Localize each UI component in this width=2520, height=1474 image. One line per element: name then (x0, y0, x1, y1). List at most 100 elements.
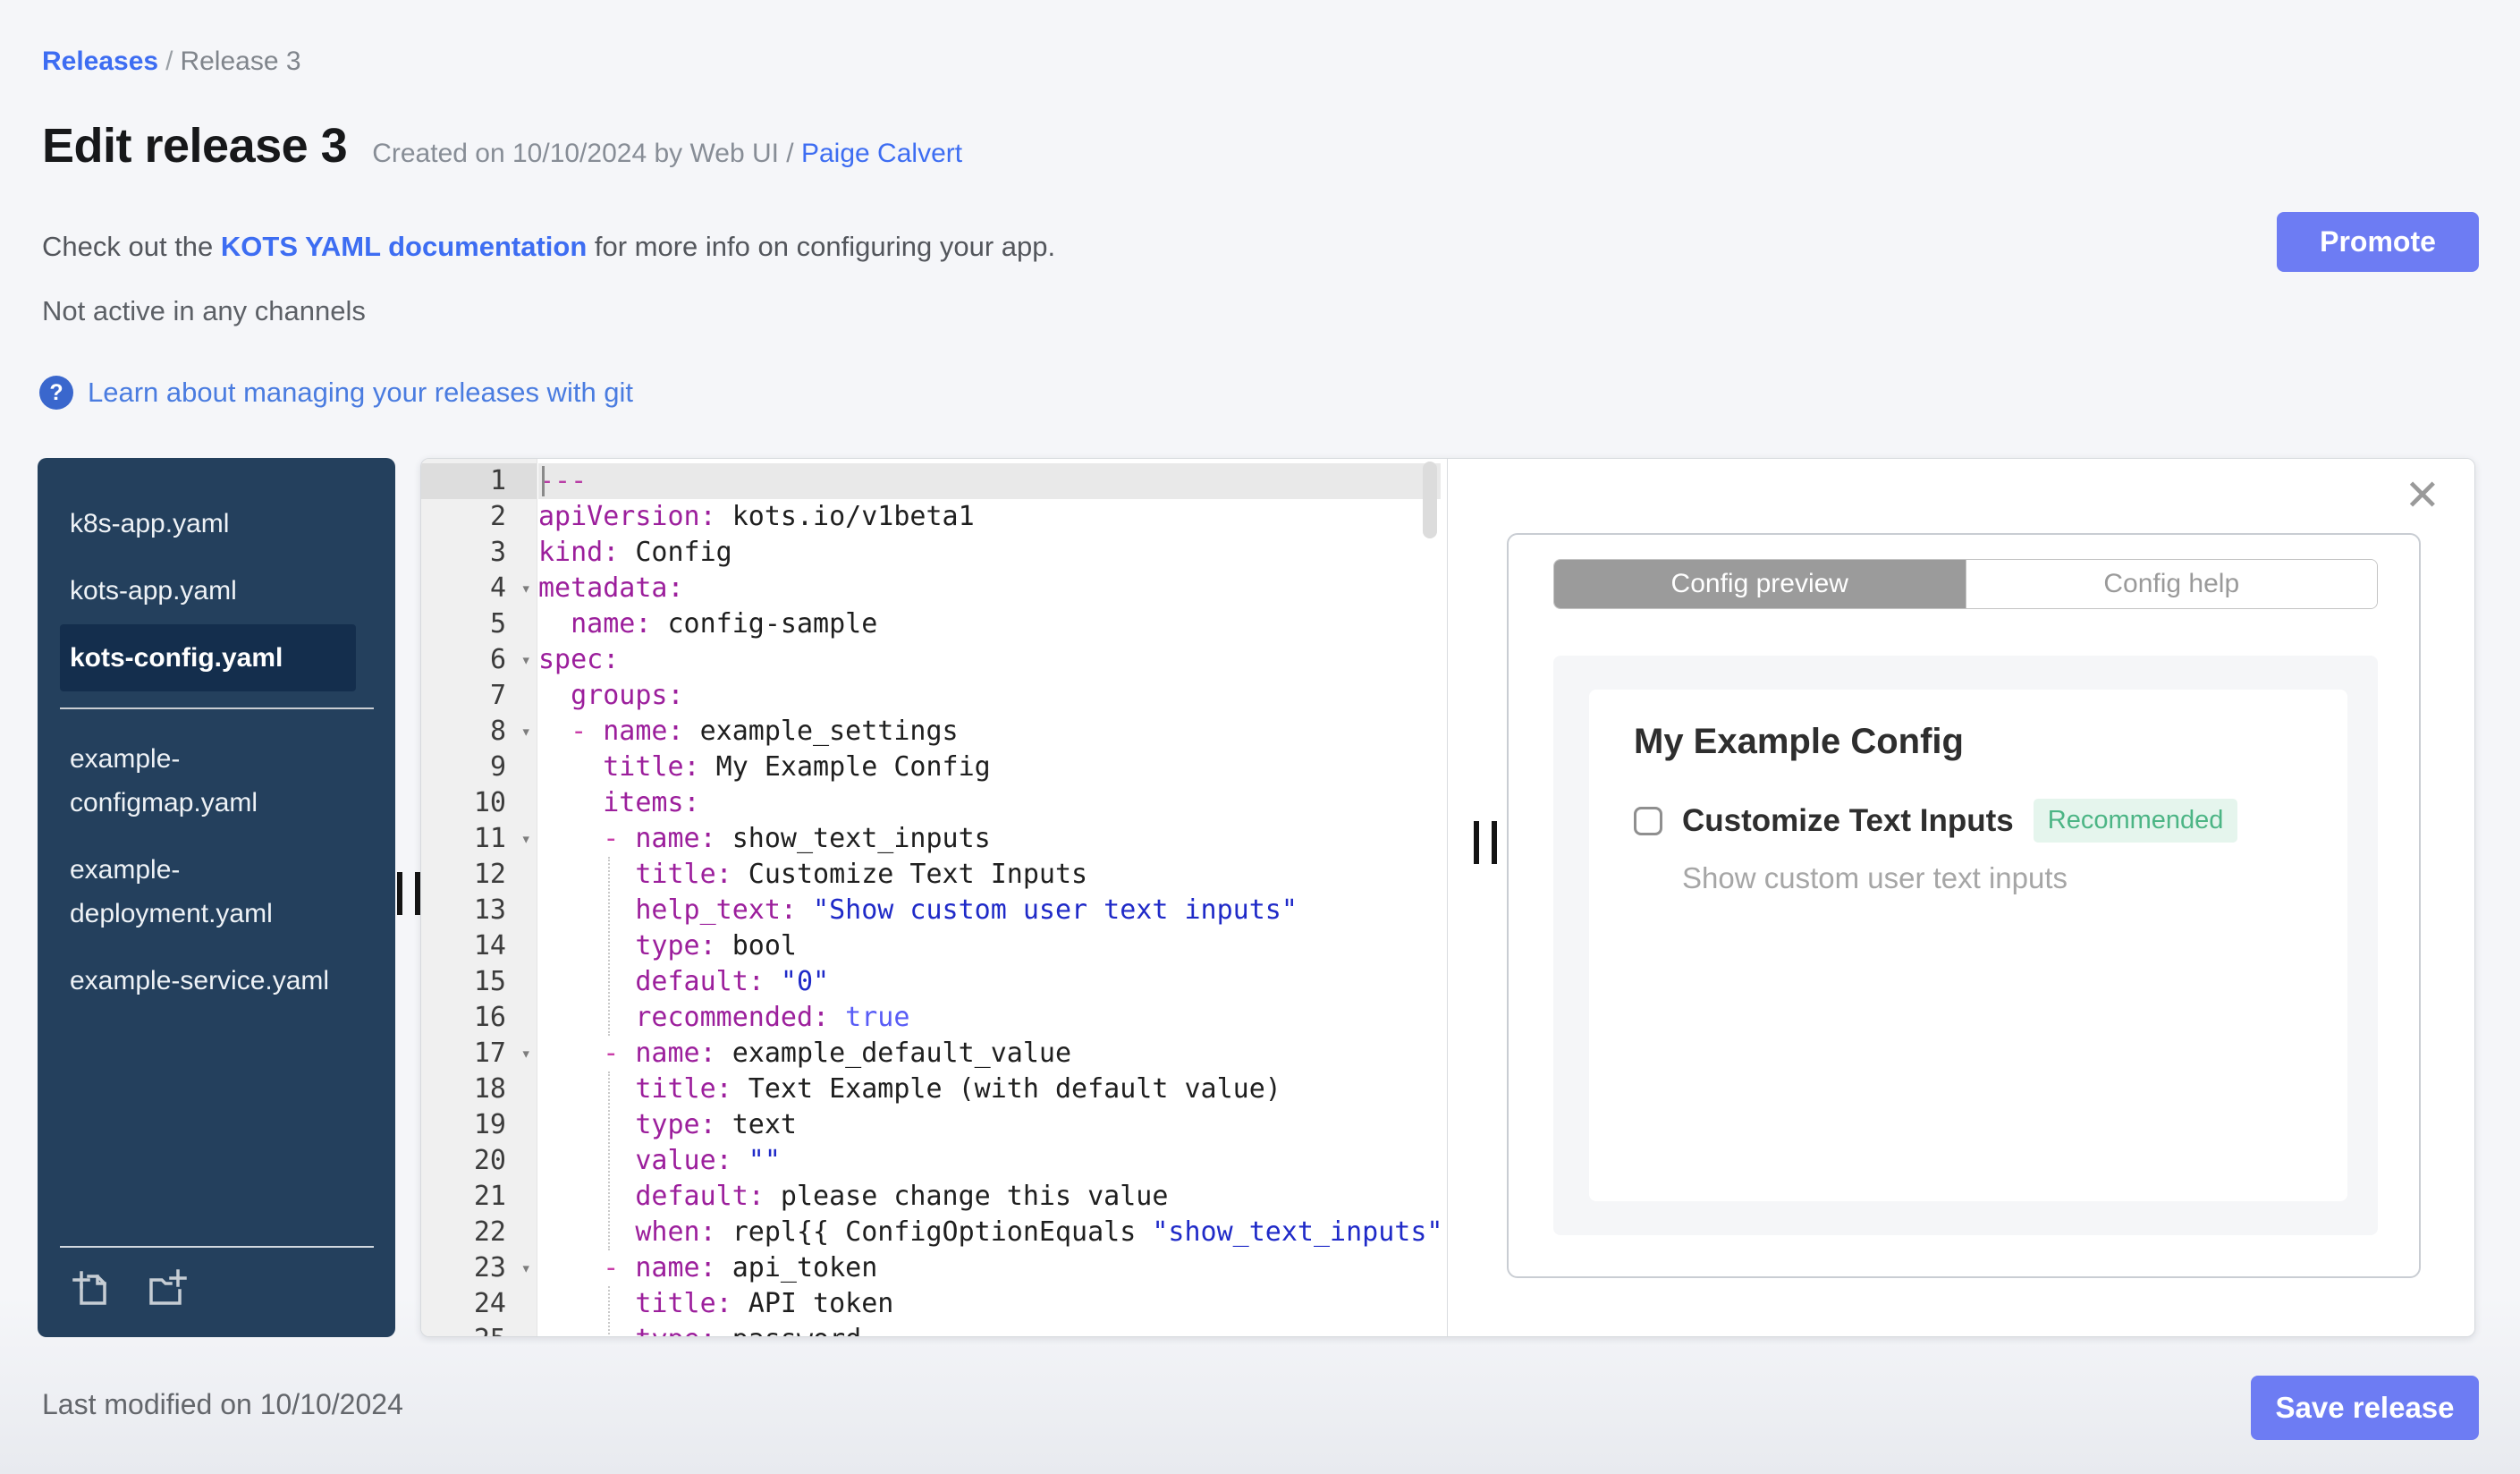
gutter-line-6: 6 ▾ (421, 642, 537, 678)
created-by-link[interactable]: Paige Calvert (801, 139, 962, 168)
config-item-help-text: Show custom user text inputs (1682, 861, 2068, 894)
code-content[interactable]: --- apiVersion: kots.io/v1beta1 kind: Conf… (538, 459, 1441, 1336)
created-text: Created on 10/10/2024 by Web UI / (372, 139, 801, 168)
code-line-21[interactable]: default: please change this value (538, 1179, 1441, 1215)
fold-arrow-icon[interactable]: ▾ (521, 821, 531, 857)
new-folder-icon[interactable] (144, 1267, 187, 1310)
code-line-13[interactable]: help_text: "Show custom user text inputs… (538, 893, 1441, 928)
code-line-1[interactable]: --- (538, 463, 1441, 499)
code-line-3[interactable]: kind: Config (538, 535, 1441, 571)
code-line-6[interactable]: spec: (538, 642, 1441, 678)
editor-scrollbar[interactable] (1423, 462, 1437, 538)
breadcrumb-current: Release 3 (180, 47, 301, 76)
gutter-line-21: 21 (473, 1181, 506, 1212)
gutter-line-15: 15 (473, 966, 506, 997)
gutter-line-5: 5 (489, 608, 506, 640)
file-label: kots-config.yaml (70, 643, 283, 673)
code-line-23[interactable]: - name: api_token (538, 1250, 1441, 1286)
code-line-16[interactable]: recommended: true (538, 1000, 1441, 1036)
recommended-badge: Recommended (2033, 799, 2238, 843)
code-line-5[interactable]: name: config-sample (538, 606, 1441, 642)
fold-arrow-icon[interactable]: ▾ (521, 714, 531, 750)
preview-tabs: Config preview Config help (1553, 559, 2378, 609)
file-item-example-service-yaml[interactable]: example-service.yaml (60, 947, 356, 1014)
code-editor: 1 2 3 4 ▾ 5 6 ▾ 7 8 ▾ 9 10 11 ▾ 12 13 14 15 16 17 ▾ 18 19 20 21 22… (420, 458, 2475, 1337)
file-item-example-configmap-yaml[interactable]: example-configmap.yaml (60, 725, 356, 836)
code-line-11[interactable]: - name: show_text_inputs (538, 821, 1441, 857)
code-line-9[interactable]: title: My Example Config (538, 750, 1441, 785)
code-line-10[interactable]: items: (538, 785, 1441, 821)
customize-text-inputs-checkbox[interactable] (1634, 806, 1662, 835)
file-item-k8s-app-yaml[interactable]: k8s-app.yaml (60, 490, 356, 557)
page-title: Edit release 3 (42, 119, 348, 173)
promote-button[interactable]: Promote (2277, 212, 2479, 272)
gutter-line-11: 11 ▾ (421, 821, 537, 857)
config-render-area: My Example Config Customize Text Inputs … (1553, 656, 2378, 1235)
gutter-line-14: 14 (473, 930, 506, 961)
code-gutter: 1 2 3 4 ▾ 5 6 ▾ 7 8 ▾ 9 10 11 ▾ 12 13 14 15 16 17 ▾ 18 19 20 21 22… (421, 459, 537, 1336)
code-line-25[interactable]: type: password (538, 1322, 1441, 1336)
gutter-line-25: 25 (421, 1322, 537, 1336)
file-sidebar: k8s-app.yaml kots-app.yaml kots-config.yam… (38, 458, 395, 1337)
code-line-15[interactable]: default: "0" (538, 964, 1441, 1000)
git-help-row: ? Learn about managing your releases wit… (39, 376, 633, 410)
gutter-line-10: 10 (473, 787, 506, 818)
docs-hint: Check out the KOTS YAML documentation fo… (42, 231, 1055, 263)
gutter-line-16: 16 (473, 1002, 506, 1033)
breadcrumb-releases-link[interactable]: Releases (42, 47, 158, 76)
docs-hint-pre: Check out the (42, 231, 221, 262)
code-line-4[interactable]: metadata: (538, 571, 1441, 606)
gutter-line-24: 24 (473, 1288, 506, 1319)
docs-hint-post: for more info on configuring your app. (587, 231, 1056, 262)
text-cursor (542, 466, 545, 496)
fold-arrow-icon[interactable]: ▾ (521, 1036, 531, 1072)
file-item-example-deployment-yaml[interactable]: example-deployment.yaml (60, 836, 356, 947)
gutter-line-23: 23 ▾ (421, 1250, 537, 1286)
config-group-card: My Example Config Customize Text Inputs … (1589, 690, 2347, 1201)
file-label: example-configmap.yaml (70, 744, 258, 817)
last-modified-text: Last modified on 10/10/2024 (42, 1388, 403, 1420)
gutter-line-18: 18 (473, 1073, 506, 1105)
code-line-22[interactable]: when: repl{{ ConfigOptionEquals "show_te… (538, 1215, 1441, 1250)
config-preview-card: Config preview Config help My Example Co… (1507, 533, 2421, 1278)
tab-config-preview[interactable]: Config preview (1554, 560, 1966, 608)
config-group-title: My Example Config (1634, 722, 1964, 761)
gutter-line-3: 3 (489, 537, 506, 568)
fold-arrow-icon[interactable]: ▾ (521, 642, 531, 678)
gutter-line-2: 2 (489, 501, 506, 532)
code-line-2[interactable]: apiVersion: kots.io/v1beta1 (538, 499, 1441, 535)
close-icon[interactable]: ✕ (2405, 475, 2440, 518)
config-preview-panel: ✕ Config preview Config help My Example … (1448, 459, 2474, 1336)
config-item-label: Customize Text Inputs (1682, 802, 2014, 838)
file-label: example-deployment.yaml (70, 855, 273, 928)
code-line-19[interactable]: type: text (538, 1107, 1441, 1143)
breadcrumb-separator: / (165, 47, 173, 76)
code-line-20[interactable]: value: "" (538, 1143, 1441, 1179)
code-line-12[interactable]: title: Customize Text Inputs (538, 857, 1441, 893)
preview-resize-handle[interactable] (1474, 821, 1497, 864)
file-item-kots-app-yaml[interactable]: kots-app.yaml (60, 557, 356, 624)
git-releases-link[interactable]: Learn about managing your releases with … (88, 377, 633, 409)
code-line-17[interactable]: - name: example_default_value (538, 1036, 1441, 1072)
code-line-7[interactable]: groups: (538, 678, 1441, 714)
code-line-18[interactable]: title: Text Example (with default value) (538, 1072, 1441, 1107)
file-label: kots-app.yaml (70, 576, 237, 606)
kots-yaml-docs-link[interactable]: KOTS YAML documentation (221, 231, 587, 262)
file-item-kots-config-yaml[interactable]: kots-config.yaml (60, 624, 356, 691)
fold-arrow-icon[interactable]: ▾ (521, 1250, 531, 1286)
title-row: Edit release 3 Created on 10/10/2024 by … (42, 118, 962, 174)
new-file-icon[interactable] (71, 1267, 114, 1310)
file-label: k8s-app.yaml (70, 509, 230, 538)
tab-config-help[interactable]: Config help (1965, 560, 2377, 608)
code-line-24[interactable]: title: API token (538, 1286, 1441, 1322)
channel-status: Not active in any channels (42, 295, 366, 326)
fold-arrow-icon[interactable]: ▾ (521, 571, 531, 606)
sidebar-resize-handle[interactable] (397, 872, 420, 915)
gutter-line-7: 7 (489, 680, 506, 711)
code-line-14[interactable]: type: bool (538, 928, 1441, 964)
save-release-button[interactable]: Save release (2251, 1376, 2479, 1440)
gutter-line-22: 22 (473, 1216, 506, 1248)
release-editor-main: k8s-app.yaml kots-app.yaml kots-config.yam… (38, 458, 2475, 1337)
help-question-icon[interactable]: ? (39, 376, 73, 410)
code-line-8[interactable]: - name: example_settings (538, 714, 1441, 750)
